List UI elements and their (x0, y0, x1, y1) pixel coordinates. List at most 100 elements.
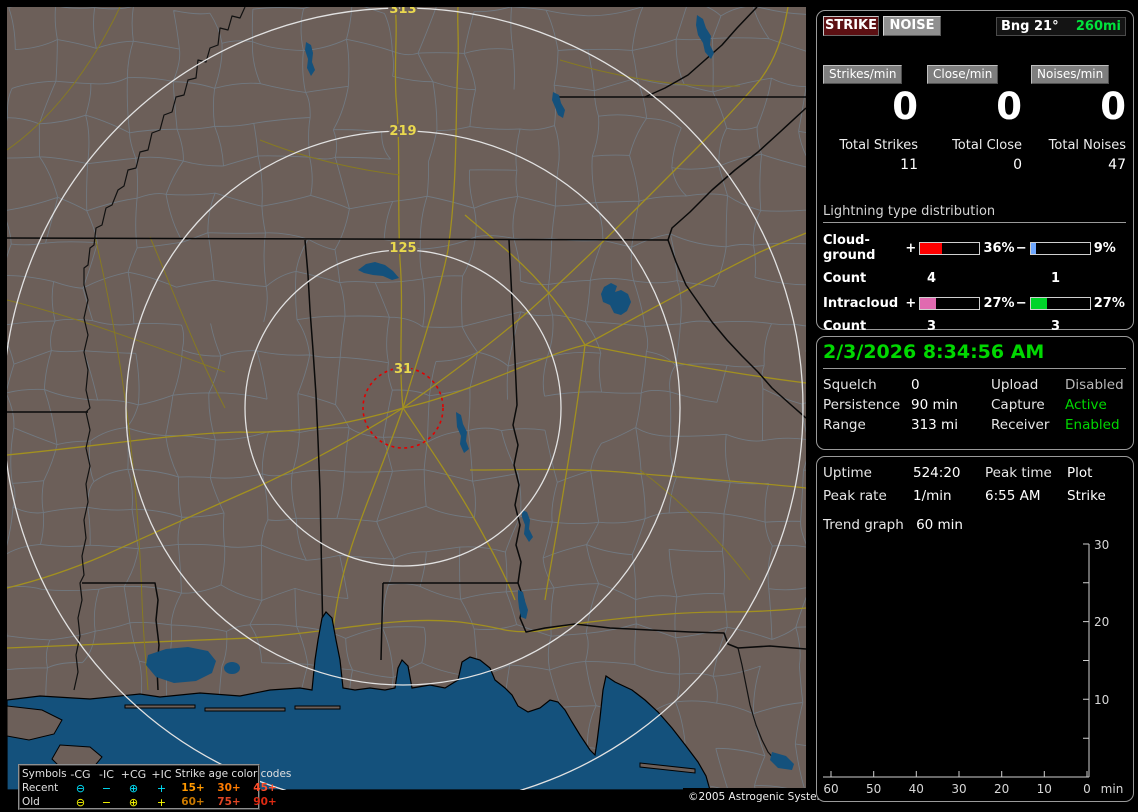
noise-toggle-button[interactable]: NOISE (883, 16, 941, 36)
cg-negative-bar (1029, 241, 1091, 255)
total-close-value: 0 (1013, 157, 1022, 173)
svg-text:10: 10 (1037, 782, 1052, 796)
pos-cg-old-icon: ⊕ (128, 795, 139, 809)
peak-time-value: 6:55 AM (985, 488, 1041, 504)
strike-counter-panel: STRIKE NOISE Bng 21° 260mi Strikes/min 0… (816, 10, 1134, 334)
peak-rate-label: Peak rate (823, 488, 887, 504)
plot-label: Plot (1067, 465, 1093, 481)
legend-col-pos-cg: +CG (120, 767, 147, 781)
total-close-label: Total Close (952, 138, 1022, 153)
squelch-label: Squelch (823, 377, 877, 393)
ic-positive-count: 3 (927, 319, 937, 334)
close-per-min-label: Close/min (927, 65, 999, 84)
legend-symbols-header: Symbols (22, 768, 67, 780)
noises-per-min-value: 0 (1100, 85, 1126, 128)
neg-ic-old-icon: − (101, 795, 112, 809)
persistence-value: 90 min (911, 397, 958, 413)
capture-status: Active (1065, 397, 1107, 413)
close-per-min-column: Close/min 0 Total Close 0 (927, 63, 1022, 173)
upload-status: Disabled (1065, 377, 1124, 393)
legend-row-recent-label: Recent (22, 782, 59, 794)
trend-graph-window: 60 min (916, 517, 963, 533)
map-svg: 313 219 125 31 (7, 7, 806, 790)
uptime-value: 524:20 (913, 465, 961, 481)
minus-sign: − (1015, 296, 1027, 311)
peak-time-label: Peak time (985, 465, 1052, 481)
age-code-15: 15+ (181, 782, 205, 794)
age-code-90: 90+ (253, 796, 277, 808)
neg-ic-recent-icon: − (101, 781, 112, 795)
legend-col-pos-ic: +IC (151, 767, 172, 781)
intracloud-row: Intracloud + 27% − 27% (823, 296, 1126, 311)
statistics-panel: Uptime 524:20 Peak time Plot Peak rate 1… (816, 456, 1134, 802)
x-axis-ticks (830, 771, 1088, 777)
svg-text:40: 40 (909, 782, 924, 796)
rate-counters: Strikes/min 0 Total Strikes 11 Close/min… (823, 63, 1126, 173)
cg-positive-bar (919, 241, 981, 255)
peak-rate-value: 1/min (913, 488, 952, 504)
status-panel: 2/3/2026 8:34:56 AM Squelch 0 Upload Dis… (816, 336, 1134, 450)
persistence-row: Persistence 90 min Capture Active (823, 397, 1126, 413)
pos-cg-recent-icon: ⊕ (128, 781, 139, 795)
radar-map[interactable]: 313 219 125 31 Symbols -CG -IC +CG +IC S… (7, 7, 806, 810)
svg-text:30: 30 (1094, 538, 1109, 552)
current-datetime: 2/3/2026 8:34:56 AM (823, 341, 1126, 369)
lightning-type-distribution: Lightning type distribution Cloud-ground… (823, 204, 1126, 334)
y-axis-labels: 30 20 10 (1094, 538, 1109, 707)
svg-text:0: 0 (1083, 782, 1091, 796)
age-code-45: 45+ (253, 782, 277, 794)
svg-text:20: 20 (994, 782, 1009, 796)
legend-row-old-label: Old (22, 796, 40, 808)
ic-count-row: Count 3 3 (823, 319, 1126, 334)
strike-toggle-button[interactable]: STRIKE (823, 16, 879, 36)
uptime-label: Uptime (823, 465, 872, 481)
plus-sign: + (905, 296, 917, 311)
bearing-display: Bng 21° 260mi (996, 17, 1126, 36)
total-noises-label: Total Noises (1048, 138, 1126, 153)
ic-positive-bar (919, 297, 981, 310)
peak-rate-row: Peak rate 1/min 6:55 AM Strike (823, 488, 1126, 504)
range-row: Range 313 mi Receiver Enabled (823, 417, 1126, 433)
neg-cg-old-icon: ⊖ (75, 795, 86, 809)
squelch-value: 0 (911, 377, 920, 393)
trend-graph-chart: 30 20 10 60 50 40 30 20 10 0 min (823, 538, 1123, 796)
cg-count-label: Count (823, 271, 867, 286)
trend-graph-row: Trend graph 60 min (823, 517, 963, 533)
y-axis-ticks (1083, 543, 1089, 739)
x-axis-labels: 60 50 40 30 20 10 0 min (823, 782, 1123, 796)
legend-age-header: Strike age color codes (175, 768, 292, 780)
svg-text:20: 20 (1094, 615, 1109, 629)
ic-negative-pct: 27% (1093, 296, 1125, 311)
distribution-title: Lightning type distribution (823, 204, 1126, 223)
legend-col-neg-ic: -IC (99, 767, 114, 781)
chart-axes (823, 544, 1090, 778)
pos-ic-old-icon: + (156, 795, 167, 809)
ic-negative-bar (1029, 297, 1091, 310)
svg-text:60: 60 (823, 782, 838, 796)
cg-negative-count: 1 (1051, 271, 1061, 286)
plot-type-value: Strike (1067, 488, 1106, 504)
total-noises-value: 47 (1108, 157, 1126, 173)
strikes-per-min-value: 0 (892, 85, 918, 128)
pos-ic-recent-icon: + (156, 781, 167, 795)
noises-per-min-label: Noises/min (1031, 65, 1110, 84)
range-label: Range (823, 417, 866, 433)
cg-negative-pct: 9% (1093, 240, 1116, 256)
ic-negative-count: 3 (1051, 319, 1061, 334)
ring-label-313: 313 (389, 7, 416, 17)
cg-count-row: Count 4 1 (823, 271, 1126, 286)
strike-symbol-legend: Symbols -CG -IC +CG +IC Strike age color… (18, 764, 291, 810)
cg-positive-pct: 36% (983, 240, 1015, 256)
cg-positive-count: 4 (927, 271, 937, 286)
squelch-row: Squelch 0 Upload Disabled (823, 377, 1126, 393)
legend-col-neg-cg: -CG (70, 767, 91, 781)
age-code-30: 30+ (217, 782, 241, 794)
capture-label: Capture (991, 397, 1045, 413)
x-axis-unit: min (1101, 782, 1124, 796)
ic-count-label: Count (823, 319, 867, 334)
age-code-75: 75+ (217, 796, 241, 808)
strikes-per-min-column: Strikes/min 0 Total Strikes 11 (823, 63, 918, 173)
bearing-value: Bng 21° (1001, 19, 1059, 34)
intracloud-label: Intracloud (823, 296, 899, 311)
receiver-status: Enabled (1065, 417, 1120, 433)
